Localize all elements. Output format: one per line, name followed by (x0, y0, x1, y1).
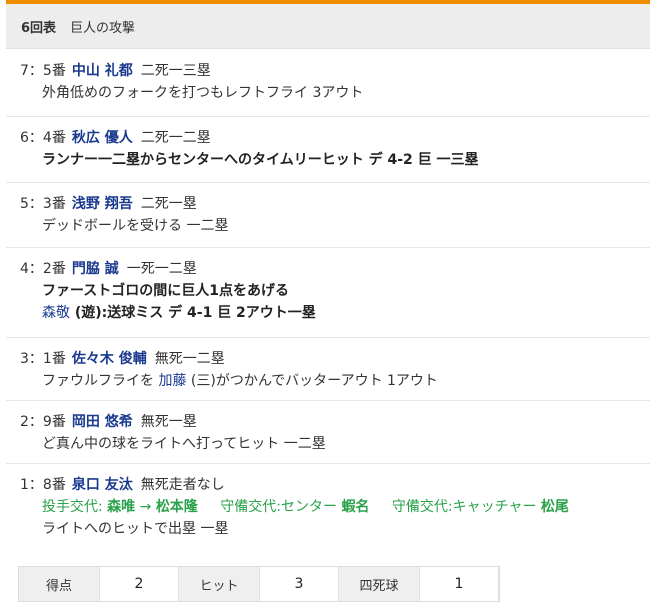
batting-order: 7：5番 (20, 63, 66, 79)
play-list: 7：5番 中山 礼都 二死一三塁 外角低めのフォークを打つもレフトフライ 3アウト … (6, 50, 650, 553)
defense-player[interactable]: 松尾 (541, 499, 569, 515)
pitcher-in[interactable]: 松本隆 (156, 499, 198, 515)
inning-stats: 得点 2 ヒット 3 四死球 1 (18, 566, 500, 602)
inning-label: 6回表 (21, 20, 57, 36)
runner-situation: 無死走者なし (140, 477, 225, 493)
stat-value: 2 (99, 567, 179, 601)
batter-link[interactable]: 門脇 誠 (72, 261, 119, 277)
fielder-link[interactable]: 森敬 (42, 305, 70, 321)
batting-order: 1：8番 (20, 477, 66, 493)
play-description: ライトへのヒットで出塁 一塁 (42, 521, 229, 537)
play-item: 6：4番 秋広 優人 二死一二塁 ランナー一二塁からセンターへのタイムリーヒット デ… (6, 117, 650, 183)
play-item: 4：2番 門脇 誠一死一二塁 ファーストゴロの間に巨人1点をあげる 森敬 (遊):… (6, 248, 650, 338)
batting-order: 2：9番 (20, 414, 66, 430)
play-description: 外角低めのフォークを打つもレフトフライ 3アウト (42, 85, 364, 101)
error-description: 森敬 (遊):送球ミス デ 4-1 巨 2アウト一塁 (42, 302, 650, 324)
fielder-link[interactable]: 加藤 (158, 373, 186, 389)
runner-situation: 二死一三塁 (140, 63, 211, 79)
error-text: (遊):送球ミス デ 4-1 巨 2アウト一塁 (70, 305, 316, 321)
play-description: ファウルフライを 加藤 (三)がつかんでバッターアウト 1アウト (42, 370, 650, 392)
batting-order: 5：3番 (20, 196, 66, 212)
desc-pre: ファウルフライを (42, 373, 159, 389)
defense-change-label: 守備交代:センター (220, 499, 342, 515)
inning-panel: 6回表 巨人の攻撃 7：5番 中山 礼都 二死一三塁 外角低めのフォークを打つもレフ… (0, 0, 650, 608)
batter-link[interactable]: 浅野 翔吾 (72, 196, 133, 212)
batter-link[interactable]: 中山 礼都 (72, 63, 133, 79)
attacking-team: 巨人の攻撃 (70, 20, 136, 36)
runner-situation: 無死一塁 (140, 414, 197, 430)
defense-player[interactable]: 蝦名 (341, 499, 369, 515)
play-item: 3：1番 佐々木 俊輔 無死一二塁 ファウルフライを 加藤 (三)がつかんでバッター… (6, 338, 650, 401)
batting-order: 4：2番 (20, 261, 66, 277)
stat-label: ヒット (179, 567, 259, 601)
desc-post: (三)がつかんでバッターアウト 1アウト (186, 373, 438, 389)
batting-order: 3：1番 (20, 351, 66, 367)
play-description: ファーストゴロの間に巨人1点をあげる (42, 283, 290, 299)
pitcher-change-label: 投手交代: (42, 499, 108, 515)
stat-value: 3 (259, 567, 339, 601)
play-item: 7：5番 中山 礼都 二死一三塁 外角低めのフォークを打つもレフトフライ 3アウト (6, 50, 650, 117)
pitcher-out[interactable]: 森唯 (107, 499, 135, 515)
defense-change-label: 守備交代:キャッチャー (391, 499, 541, 515)
runner-situation: 二死一塁 (140, 196, 197, 212)
inning-header: 6回表 巨人の攻撃 (6, 4, 650, 49)
runner-situation: 無死一二塁 (154, 351, 225, 367)
play-item: 5：3番 浅野 翔吾 二死一塁 デッドボールを受ける 一二塁 (6, 183, 650, 248)
batter-link[interactable]: 泉口 友汰 (72, 477, 133, 493)
stat-value: 1 (419, 567, 499, 601)
runner-situation: 一死一二塁 (126, 261, 197, 277)
batter-link[interactable]: 岡田 悠希 (72, 414, 133, 430)
substitution-line: 投手交代: 森唯 → 松本隆 守備交代:センター 蝦名 守備交代:キャッチャー … (42, 496, 650, 518)
batter-link[interactable]: 秋広 優人 (72, 130, 133, 146)
arrow-icon: → (135, 499, 156, 515)
runner-situation: 二死一二塁 (140, 130, 211, 146)
stat-label: 得点 (19, 567, 99, 601)
batter-link[interactable]: 佐々木 俊輔 (72, 351, 147, 367)
stat-label: 四死球 (339, 567, 419, 601)
play-description: ランナー一二塁からセンターへのタイムリーヒット デ 4-2 巨 一三塁 (42, 152, 479, 168)
play-item: 2：9番 岡田 悠希 無死一塁 ど真ん中の球をライトへ打ってヒット 一二塁 (6, 401, 650, 464)
batting-order: 6：4番 (20, 130, 66, 146)
play-item: 1：8番 泉口 友汰 無死走者なし 投手交代: 森唯 → 松本隆 守備交代:センター… (6, 464, 650, 553)
play-description: デッドボールを受ける 一二塁 (42, 218, 229, 234)
play-description: ど真ん中の球をライトへ打ってヒット 一二塁 (42, 436, 326, 452)
